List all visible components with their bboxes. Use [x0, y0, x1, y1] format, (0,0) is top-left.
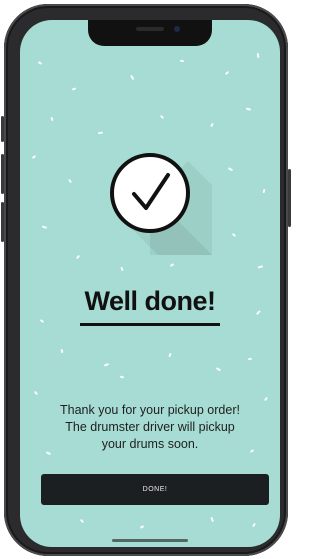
home-indicator — [112, 539, 188, 542]
speaker-icon — [136, 27, 164, 31]
confirmation-message: Thank you for your pickup order! The dru… — [60, 403, 240, 451]
confetti-background — [32, 53, 268, 529]
camera-icon — [174, 26, 180, 32]
phone-notch — [88, 20, 212, 46]
phone-frame: Well done! Thank you for your pickup ord… — [1, 4, 291, 556]
phone-side-button — [1, 116, 4, 142]
app-screen: Well done! Thank you for your pickup ord… — [20, 20, 280, 547]
phone-volume-up-button — [1, 154, 4, 194]
page-title: Well done! — [84, 286, 216, 316]
phone-power-button — [288, 169, 291, 227]
done-button[interactable]: DONE! — [41, 474, 269, 505]
phone-volume-down-button — [1, 202, 4, 242]
title-underline — [80, 323, 220, 326]
checkmark-circle-icon — [110, 153, 212, 255]
